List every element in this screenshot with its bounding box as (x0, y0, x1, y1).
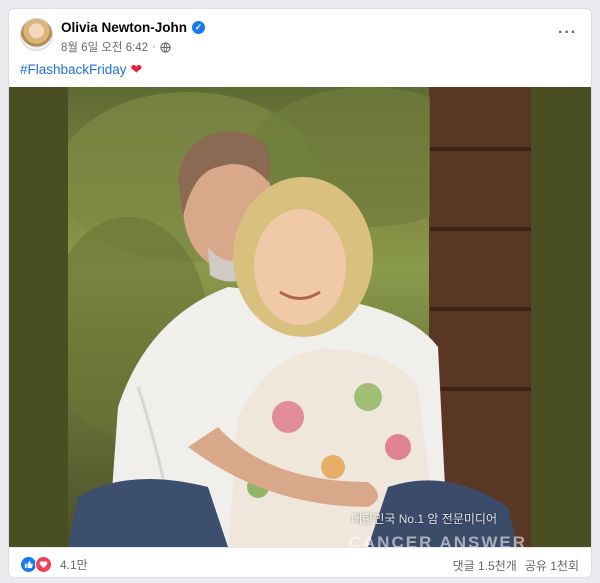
engagement-counts: 댓글 1.5천개 공유 1천회 (453, 557, 579, 574)
reaction-count: 4.1만 (60, 558, 88, 572)
share-count[interactable]: 공유 1천회 (525, 557, 579, 574)
verified-icon: ✓ (192, 21, 206, 34)
watermark-text: 대한민국 No.1 암 전문미디어 (351, 512, 497, 526)
author-name[interactable]: Olivia Newton-John (61, 20, 187, 35)
couple-photo: 대한민국 No.1 암 전문미디어 CANCER ANSWER (68, 87, 531, 547)
love-reaction-icon (35, 556, 52, 573)
thumbs-up-icon (24, 560, 33, 569)
post-footer: 4.1만 댓글 1.5천개 공유 1천회 (9, 547, 591, 577)
meta-separator: · (152, 41, 156, 53)
heart-icon (39, 561, 48, 569)
reactions-summary[interactable]: 4.1만 (20, 556, 88, 573)
globe-icon (160, 41, 171, 53)
post-image[interactable]: 대한민국 No.1 암 전문미디어 CANCER ANSWER (9, 87, 591, 547)
author-avatar[interactable] (20, 18, 53, 51)
more-options-icon[interactable]: ··· (558, 24, 577, 42)
watermark-logo: CANCER ANSWER (348, 533, 527, 547)
author-row: Olivia Newton-John ✓ (61, 20, 206, 35)
hashtag-link[interactable]: #FlashbackFriday (20, 62, 127, 77)
comment-count[interactable]: 댓글 1.5천개 (453, 557, 517, 574)
post-caption: #FlashbackFriday ❤ (20, 61, 142, 78)
photo-illustration (68, 87, 531, 547)
post-header: Olivia Newton-John ✓ 8월 6일 오전 6:42 · ··· (9, 9, 591, 61)
heart-emoji: ❤ (130, 61, 143, 77)
post-timestamp[interactable]: 8월 6일 오전 6:42 (61, 39, 148, 55)
post-meta: 8월 6일 오전 6:42 · (61, 39, 171, 55)
facebook-post: Olivia Newton-John ✓ 8월 6일 오전 6:42 · ···… (8, 8, 592, 578)
